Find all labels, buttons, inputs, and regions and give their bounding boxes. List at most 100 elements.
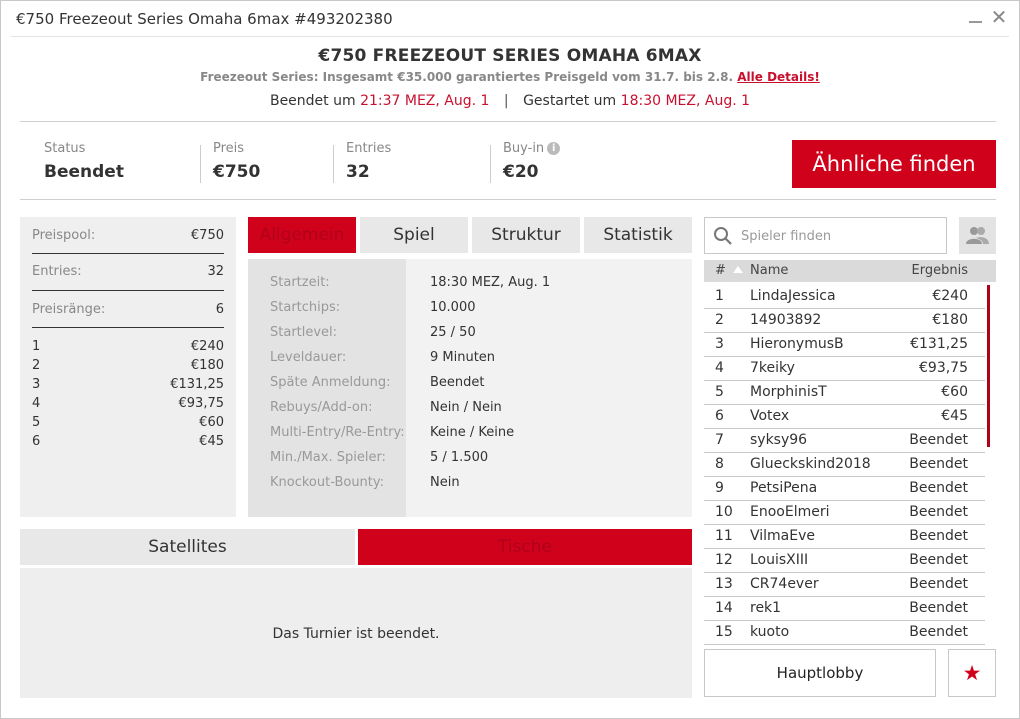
payout-amount: €45 (199, 434, 224, 449)
table-row[interactable]: 14 rek1 Beendet (704, 597, 985, 621)
table-row[interactable]: 5 MorphinisT €60 (704, 381, 985, 405)
players-button[interactable] (959, 217, 996, 254)
table-row[interactable]: 2 14903892 €180 (704, 309, 985, 333)
player-rank: 7 (715, 432, 724, 448)
table-row[interactable]: 15 kuoto Beendet (704, 621, 985, 645)
player-name: kuoto (750, 624, 790, 640)
payout-rank: 6 (32, 434, 41, 449)
info-value: 9 Minuten (430, 350, 496, 365)
ended-time: 21:37 MEZ, Aug. 1 (360, 93, 490, 109)
prizepool-value: €750 (190, 228, 224, 243)
tab-statistik[interactable]: Statistik (584, 217, 692, 253)
player-result: Beendet (909, 624, 968, 640)
stat-status: Status Beendet (44, 141, 124, 186)
info-key: Startchips: (270, 300, 341, 315)
stat-divider (333, 145, 334, 183)
player-name: MorphinisT (750, 384, 827, 400)
table-row[interactable]: 13 CR74ever Beendet (704, 573, 985, 597)
info-icon[interactable]: i (547, 142, 561, 155)
info-row: Startchips: 10.000 (248, 300, 692, 320)
table-row[interactable]: 9 PetsiPena Beendet (704, 477, 985, 501)
title-divider (11, 36, 1009, 37)
stat-buyin: Buy-in i €20 (503, 141, 561, 186)
stat-value: Beendet (44, 162, 124, 182)
stat-label: Preis (213, 141, 245, 156)
tab-satellites[interactable]: Satellites (20, 529, 355, 565)
tournament-title: €750 FREEZEOUT SERIES OMAHA 6MAX (318, 46, 702, 66)
search-input[interactable] (741, 226, 936, 246)
table-row[interactable]: 11 VilmaEve Beendet (704, 525, 985, 549)
header-name[interactable]: Name (750, 263, 788, 278)
player-rank: 8 (715, 456, 724, 472)
header-result[interactable]: Ergebnis (912, 263, 968, 278)
stat-label: Buy-in i (503, 141, 561, 156)
results-scrollbar[interactable] (987, 285, 990, 447)
player-name: VilmaEve (750, 528, 816, 544)
tab-spiel[interactable]: Spiel (360, 217, 468, 253)
tab-struktur[interactable]: Struktur (472, 217, 580, 253)
payout-row: 1 €240 (32, 339, 224, 354)
player-rank: 10 (715, 504, 733, 520)
minimize-icon[interactable] (966, 4, 984, 30)
tournament-ended-message: Das Turnier ist beendet. (272, 626, 440, 642)
player-name: LindaJessica (750, 288, 836, 304)
stat-label: Status (44, 141, 86, 156)
info-row: Späte Anmeldung: Beendet (248, 375, 692, 395)
close-icon[interactable]: ✕ (989, 6, 1009, 30)
info-row: Startlevel: 25 / 50 (248, 325, 692, 345)
table-row[interactable]: 7 syksy96 Beendet (704, 429, 985, 453)
player-result: Beendet (909, 552, 968, 568)
payout-rank: 4 (32, 396, 41, 411)
payout-amount: €131,25 (170, 377, 224, 392)
player-rank: 9 (715, 480, 724, 496)
buyin-label: Buy-in (503, 141, 545, 156)
ranks-label: Preisränge: (32, 302, 106, 317)
player-name: rek1 (750, 600, 782, 616)
player-result: Beendet (909, 576, 968, 592)
player-name: Votex (750, 408, 790, 424)
table-row[interactable]: 12 LouisXIII Beendet (704, 549, 985, 573)
info-key: Späte Anmeldung: (270, 375, 391, 390)
payout-amount: €240 (190, 339, 224, 354)
player-rank: 4 (715, 360, 724, 376)
player-name: 14903892 (750, 312, 822, 328)
payout-rank: 5 (32, 415, 41, 430)
results-table-header: # Name Ergebnis (704, 260, 996, 282)
payout-amount: €180 (190, 358, 224, 373)
subtitle-text: Freezeout Series: Insgesamt €35.000 gara… (200, 70, 734, 84)
star-icon[interactable]: ★ (948, 649, 996, 697)
header-rank[interactable]: # (715, 263, 726, 278)
table-row[interactable]: 6 Votex €45 (704, 405, 985, 429)
tab-allgemein[interactable]: Allgemein (248, 217, 356, 253)
tournament-window: €750 Freezeout Series Omaha 6max #493202… (0, 0, 1020, 719)
table-row[interactable]: 10 EnooElmeri Beendet (704, 501, 985, 525)
started-label: Gestartet um (523, 93, 617, 109)
info-key: Leveldauer: (270, 350, 347, 365)
table-row[interactable]: 8 Glueckskind2018 Beendet (704, 453, 985, 477)
player-rank: 11 (715, 528, 733, 544)
table-row[interactable]: 3 HieronymusB €131,25 (704, 333, 985, 357)
info-value: 10.000 (430, 300, 476, 315)
player-name: HieronymusB (750, 336, 844, 352)
details-link[interactable]: Alle Details! (737, 70, 820, 84)
prize-divider (32, 290, 224, 291)
tab-tische[interactable]: Tische (358, 529, 692, 565)
main-lobby-button[interactable]: Hauptlobby (704, 649, 936, 697)
table-row[interactable]: 4 7keiky €93,75 (704, 357, 985, 381)
player-search[interactable] (704, 217, 947, 254)
payout-row: 6 €45 (32, 434, 224, 449)
payout-rank: 2 (32, 358, 41, 373)
ranks-value: 6 (215, 302, 224, 317)
player-name: CR74ever (750, 576, 819, 592)
find-similar-button[interactable]: Ähnliche finden (792, 140, 996, 188)
info-value: Nein (430, 475, 460, 490)
player-result: €180 (932, 312, 968, 328)
info-key: Startlevel: (270, 325, 338, 340)
player-result: Beendet (909, 528, 968, 544)
sort-ascending-icon[interactable] (733, 266, 743, 273)
player-rank: 3 (715, 336, 724, 352)
prize-panel: Preispool: €750 Entries: 32 Preisränge: … (20, 217, 236, 517)
window-title: €750 Freezeout Series Omaha 6max #493202… (16, 10, 393, 28)
entries-row: Entries: 32 (32, 264, 224, 279)
table-row[interactable]: 1 LindaJessica €240 (704, 285, 985, 309)
